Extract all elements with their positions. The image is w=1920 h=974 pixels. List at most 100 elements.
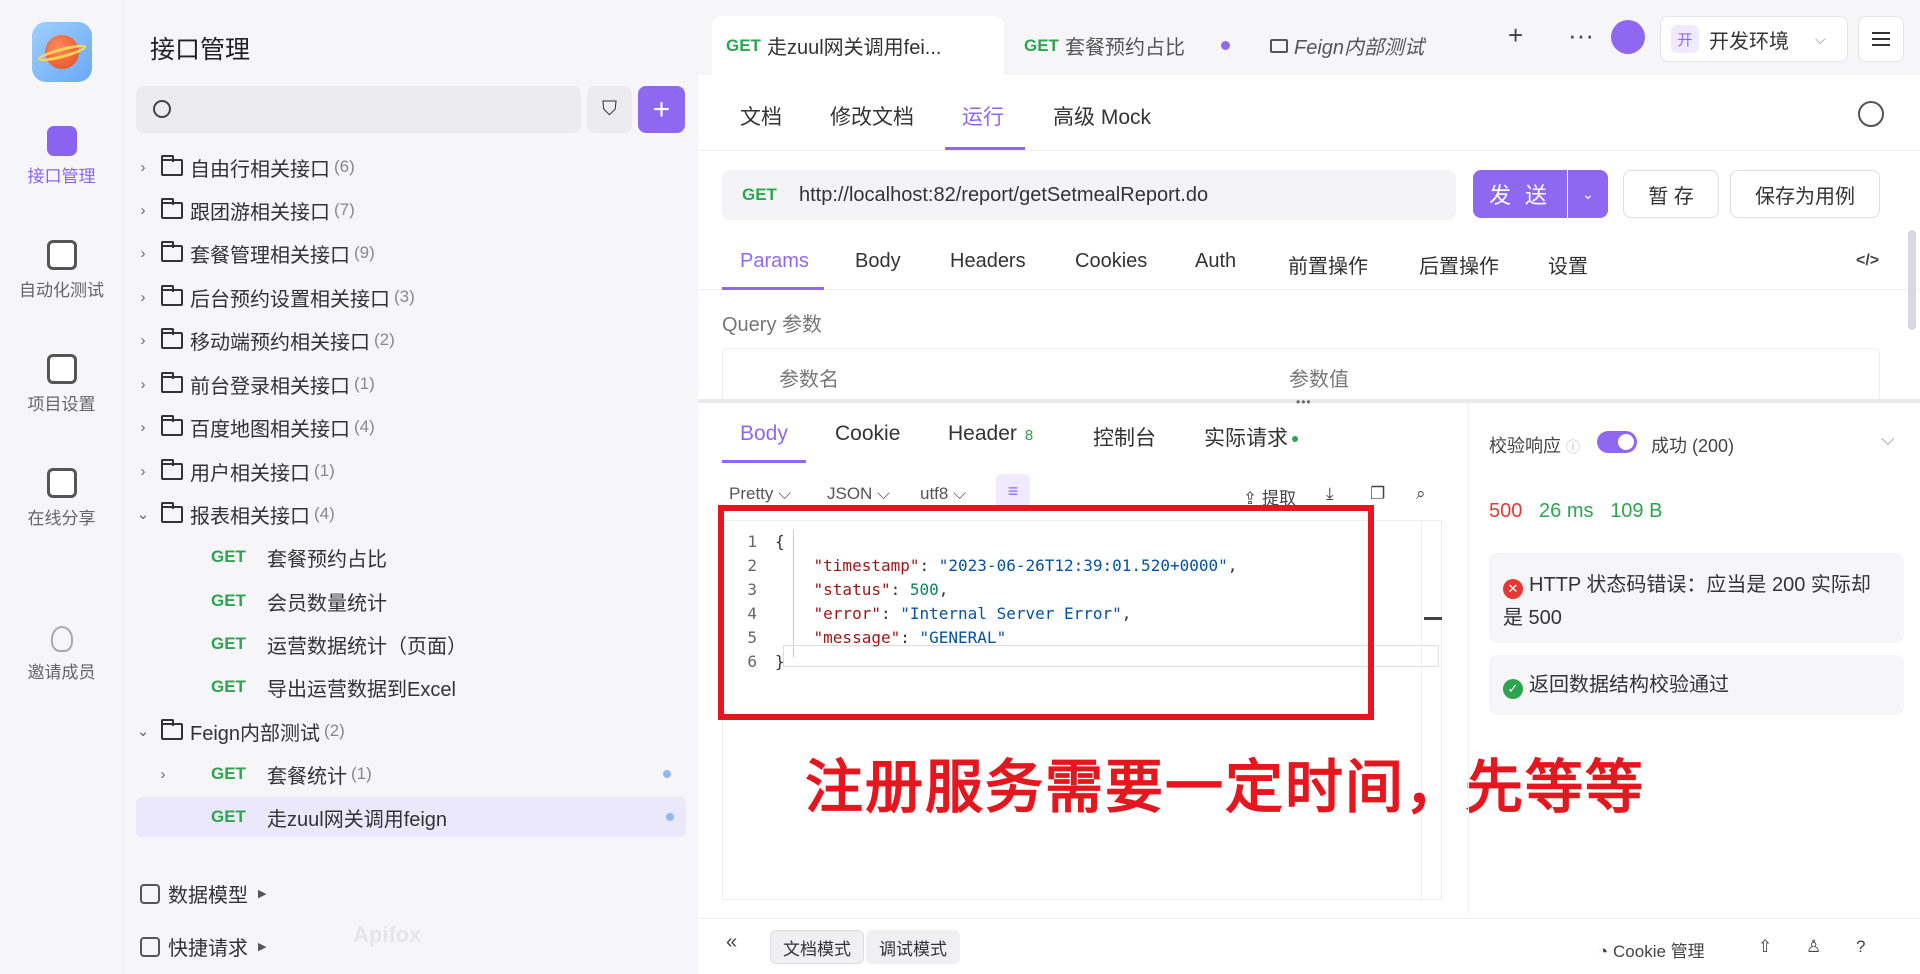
tree-api-item[interactable]: GET 运营数据统计（页面） xyxy=(211,624,681,664)
collapse-sidebar-icon[interactable]: « xyxy=(726,931,737,954)
save-as-case-button[interactable]: 保存为用例 xyxy=(1730,170,1880,218)
ptab-params[interactable]: Params xyxy=(740,250,809,273)
rtab-actual-label: 实际请求 xyxy=(1204,427,1288,450)
tab-setmeal-ratio[interactable]: GET 套餐预约占比 xyxy=(1010,16,1250,75)
subtab-advanced-mock[interactable]: 高级 Mock xyxy=(1053,101,1151,131)
api-name: 运营数据统计（页面） xyxy=(267,635,467,658)
tab-method: GET xyxy=(726,35,761,55)
rail-item-label: 邀请成员 xyxy=(27,663,96,682)
filter-button[interactable]: ⛉ xyxy=(587,86,632,133)
menu-button[interactable] xyxy=(1858,16,1904,62)
cookie-management-button[interactable]: ◔ Cookie 管理 xyxy=(1598,937,1705,962)
debug-mode-button[interactable]: 调试模式 xyxy=(866,930,960,964)
triangle-right-icon: ▶ xyxy=(258,888,267,900)
tree-folder[interactable]: › 百度地图相关接口 (4) xyxy=(135,407,695,447)
project-settings-icon xyxy=(46,354,77,384)
request-method[interactable]: GET xyxy=(742,185,777,205)
upload-icon[interactable]: ⇧ xyxy=(1758,937,1772,957)
save-button[interactable]: 暂 存 xyxy=(1623,170,1719,218)
tree-folder[interactable]: › 用户相关接口 (1) xyxy=(135,451,695,491)
wrap-lines-icon[interactable]: ≡ xyxy=(996,474,1030,508)
rtab-console[interactable]: 控制台 xyxy=(1093,422,1156,452)
history-icon[interactable] xyxy=(1858,101,1884,127)
active-tab-indicator xyxy=(722,287,824,290)
cube-icon xyxy=(140,883,160,904)
ptab-settings[interactable]: 设置 xyxy=(1548,250,1588,279)
url-input[interactable]: GET http://localhost:82/report/getSetmea… xyxy=(722,170,1456,220)
tree-folder-expanded[interactable]: ⌄ 报表相关接口 (4) xyxy=(135,494,695,534)
annotation-highlight-box xyxy=(718,505,1374,720)
pretty-select[interactable]: Pretty ⌵ xyxy=(729,484,791,504)
tree-folder-expanded[interactable]: ⌄ Feign内部测试 (2) xyxy=(135,711,695,751)
ptab-post-script[interactable]: 后置操作 xyxy=(1419,250,1499,279)
quick-request-item[interactable]: 快捷请求 ▶ xyxy=(140,932,266,961)
tree-folder[interactable]: › 前台登录相关接口 (1) xyxy=(135,364,695,404)
ptab-body[interactable]: Body xyxy=(855,250,901,273)
scrollbar[interactable] xyxy=(1908,230,1916,330)
rail-item-api-management[interactable]: 接口管理 xyxy=(0,126,123,187)
help-icon[interactable]: ? xyxy=(1856,937,1865,957)
tree-api-item[interactable]: GET 套餐预约占比 xyxy=(211,537,681,577)
tree-folder[interactable]: › 跟团游相关接口 (7) xyxy=(135,190,695,230)
chevron-down-icon[interactable]: ⌵ xyxy=(1881,429,1895,450)
env-label: 开发环境 xyxy=(1709,30,1789,53)
tree-folder[interactable]: › 套餐管理相关接口 (9) xyxy=(135,233,695,273)
ptab-headers[interactable]: Headers xyxy=(950,250,1026,273)
rtab-header[interactable]: Header 8 xyxy=(948,422,1033,446)
folder-count: (2) xyxy=(324,721,345,740)
download-icon[interactable]: ⤓ xyxy=(1326,484,1334,504)
tree-folder[interactable]: › 自由行相关接口 (6) xyxy=(135,147,695,187)
rail-item-invite-member[interactable]: 邀请成员 xyxy=(0,626,123,683)
ptab-cookies[interactable]: Cookies xyxy=(1075,250,1147,273)
ptab-auth[interactable]: Auth xyxy=(1195,250,1236,273)
encoding-select[interactable]: utf8 ⌵ xyxy=(920,484,966,504)
folder-icon xyxy=(1270,38,1288,53)
search-input[interactable] xyxy=(136,86,581,133)
folder-count: (9) xyxy=(354,243,375,262)
tree-api-item[interactable]: › GET 套餐统计 (1) xyxy=(155,754,683,794)
add-button[interactable]: + xyxy=(638,86,685,133)
rtab-header-label: Header xyxy=(948,422,1017,445)
shirt-icon[interactable]: ♙ xyxy=(1806,937,1821,957)
tree-folder[interactable]: › 后台预约设置相关接口 (3) xyxy=(135,277,695,317)
folder-icon xyxy=(161,327,183,349)
tree-api-item[interactable]: GET 导出运营数据到Excel xyxy=(211,667,681,707)
rail-item-project-settings[interactable]: 项目设置 xyxy=(0,354,123,415)
environment-select[interactable]: 开 开发环境 ⌵ xyxy=(1660,16,1848,62)
subtab-doc[interactable]: 文档 xyxy=(740,101,782,131)
tree-api-item-selected[interactable]: GET 走zuul网关调用feign xyxy=(136,797,686,837)
doc-mode-button[interactable]: 文档模式 xyxy=(770,930,864,964)
copy-icon[interactable]: ❐ xyxy=(1370,484,1385,504)
rtab-cookie[interactable]: Cookie xyxy=(835,422,900,446)
code-icon[interactable]: </> xyxy=(1856,252,1879,270)
tab-zuul-feign[interactable]: GET 走zuul网关调用fei... xyxy=(712,16,1004,75)
search-icon[interactable]: ⌕ xyxy=(1416,484,1426,504)
data-model-item[interactable]: 数据模型 ▶ xyxy=(140,879,266,908)
folder-open-icon xyxy=(161,501,183,523)
check-icon: ✓ xyxy=(1503,679,1523,699)
tree-folder[interactable]: › 移动端预约相关接口 (2) xyxy=(135,320,695,360)
subtab-run[interactable]: 运行 xyxy=(962,101,1004,131)
more-icon[interactable]: ··· xyxy=(1568,20,1594,51)
rail-item-label: 项目设置 xyxy=(27,395,96,414)
sync-icon[interactable] xyxy=(1611,20,1645,54)
editor-scrollbar[interactable] xyxy=(1421,521,1443,901)
rtab-actual-request[interactable]: 实际请求 xyxy=(1204,422,1298,452)
tree-api-item[interactable]: GET 会员数量统计 xyxy=(211,581,681,621)
apifox-logo[interactable] xyxy=(32,22,92,82)
ptab-pre-script[interactable]: 前置操作 xyxy=(1288,250,1368,279)
chevron-right-icon: › xyxy=(140,331,146,349)
subtab-edit-doc[interactable]: 修改文档 xyxy=(830,101,914,131)
send-button[interactable]: 发 送 xyxy=(1473,170,1567,218)
new-tab-button[interactable]: + xyxy=(1508,20,1523,51)
rail-item-automation-test[interactable]: 自动化测试 xyxy=(0,240,123,301)
validate-toggle[interactable] xyxy=(1597,431,1637,453)
tab-feign-test[interactable]: Feign内部测试 xyxy=(1256,16,1486,75)
drag-handle-icon[interactable]: ••• xyxy=(1296,395,1312,409)
rtab-body[interactable]: Body xyxy=(740,422,788,446)
rail-item-online-share[interactable]: 在线分享 xyxy=(0,468,123,529)
json-select[interactable]: JSON ⌵ xyxy=(827,484,890,504)
folder-icon xyxy=(161,240,183,262)
send-dropdown-button[interactable]: ⌄ xyxy=(1568,170,1608,218)
validate-label: 校验响应 xyxy=(1489,436,1561,456)
